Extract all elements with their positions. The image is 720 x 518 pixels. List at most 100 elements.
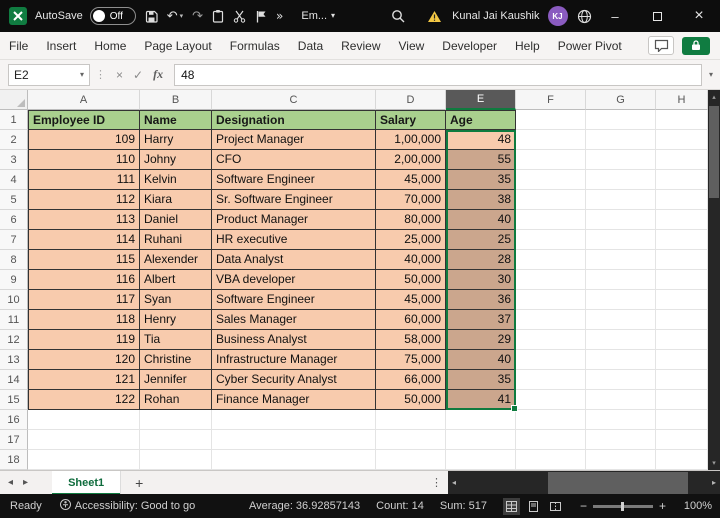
column-header-B[interactable]: B [140,90,212,110]
cell-A15[interactable]: 122 [28,390,140,410]
cell-G4[interactable] [586,170,656,190]
cell-D4[interactable]: 45,000 [376,170,446,190]
user-name[interactable]: Kunal Jai Kaushik [452,10,539,22]
cell-G7[interactable] [586,230,656,250]
cell-D13[interactable]: 75,000 [376,350,446,370]
row-header-8[interactable]: 8 [0,250,28,270]
cell-A9[interactable]: 116 [28,270,140,290]
cell-D9[interactable]: 50,000 [376,270,446,290]
cell-C12[interactable]: Business Analyst [212,330,376,350]
name-box[interactable]: E2 ▾ [8,64,90,86]
cell-F8[interactable] [516,250,586,270]
cell-D11[interactable]: 60,000 [376,310,446,330]
cell-E15[interactable]: 41 [446,390,516,410]
ribbon-tab-insert[interactable]: Insert [37,32,85,59]
cell-H17[interactable] [656,430,708,450]
cell-B12[interactable]: Tia [140,330,212,350]
horizontal-scroll-track[interactable] [460,471,708,495]
cell-F6[interactable] [516,210,586,230]
cell-H12[interactable] [656,330,708,350]
cell-A17[interactable] [28,430,140,450]
row-header-7[interactable]: 7 [0,230,28,250]
cell-D16[interactable] [376,410,446,430]
cell-D2[interactable]: 1,00,000 [376,130,446,150]
cell-H7[interactable] [656,230,708,250]
globe-icon[interactable] [577,9,592,24]
cell-F15[interactable] [516,390,586,410]
cell-G16[interactable] [586,410,656,430]
ribbon-tab-page-layout[interactable]: Page Layout [135,32,220,59]
cell-E16[interactable] [446,410,516,430]
cell-D17[interactable] [376,430,446,450]
cell-D5[interactable]: 70,000 [376,190,446,210]
cell-E8[interactable]: 28 [446,250,516,270]
horizontal-scroll-thumb[interactable] [548,472,688,494]
accessibility-status[interactable]: Accessibility: Good to go [60,499,195,513]
row-header-16[interactable]: 16 [0,410,28,430]
cell-D1[interactable]: Salary [376,110,446,130]
cell-C3[interactable]: CFO [212,150,376,170]
horizontal-scrollbar[interactable]: ◂ ▸ [448,471,720,495]
zoom-slider-thumb[interactable] [621,502,624,511]
cell-D18[interactable] [376,450,446,470]
cell-D12[interactable]: 58,000 [376,330,446,350]
cell-A11[interactable]: 118 [28,310,140,330]
ribbon-tab-help[interactable]: Help [506,32,549,59]
cell-E18[interactable] [446,450,516,470]
cell-E7[interactable]: 25 [446,230,516,250]
column-header-H[interactable]: H [656,90,708,110]
cell-A8[interactable]: 115 [28,250,140,270]
column-header-F[interactable]: F [516,90,586,110]
cell-A18[interactable] [28,450,140,470]
cell-C2[interactable]: Project Manager [212,130,376,150]
warning-icon[interactable] [427,10,442,23]
enter-button[interactable]: ✓ [133,68,143,82]
cell-F12[interactable] [516,330,586,350]
cell-A2[interactable]: 109 [28,130,140,150]
ribbon-tab-home[interactable]: Home [85,32,135,59]
row-header-3[interactable]: 3 [0,150,28,170]
cell-C11[interactable]: Sales Manager [212,310,376,330]
cell-C15[interactable]: Finance Manager [212,390,376,410]
cell-G12[interactable] [586,330,656,350]
cell-E4[interactable]: 35 [446,170,516,190]
cell-H2[interactable] [656,130,708,150]
formula-bar-splitter-icon[interactable]: ⋮ [95,68,106,81]
cell-A4[interactable]: 111 [28,170,140,190]
cell-A10[interactable]: 117 [28,290,140,310]
cell-A1[interactable]: Employee ID [28,110,140,130]
sheet-nav-left-icon[interactable]: ◂ [8,477,13,488]
cell-C13[interactable]: Infrastructure Manager [212,350,376,370]
sheet-tab-sheet1[interactable]: Sheet1 [52,471,121,495]
cell-H15[interactable] [656,390,708,410]
cell-D6[interactable]: 80,000 [376,210,446,230]
page-break-view-button[interactable] [547,498,564,515]
comments-button[interactable] [648,36,674,55]
cell-D14[interactable]: 66,000 [376,370,446,390]
toolbar-overflow-icon[interactable]: » [276,10,283,22]
status-sum[interactable]: Sum: 517 [440,500,487,512]
cell-G14[interactable] [586,370,656,390]
cell-H11[interactable] [656,310,708,330]
cell-H13[interactable] [656,350,708,370]
cell-G18[interactable] [586,450,656,470]
ribbon-tab-data[interactable]: Data [289,32,332,59]
ribbon-tab-power-pivot[interactable]: Power Pivot [549,32,631,59]
minimize-button[interactable]: – [594,0,636,32]
cell-B6[interactable]: Daniel [140,210,212,230]
cell-G6[interactable] [586,210,656,230]
cell-H1[interactable] [656,110,708,130]
zoom-in-button[interactable]: + [659,499,666,513]
row-header-6[interactable]: 6 [0,210,28,230]
maximize-button[interactable] [636,0,678,32]
page-layout-view-button[interactable] [525,498,542,515]
search-icon[interactable] [391,9,405,23]
cell-B16[interactable] [140,410,212,430]
share-button[interactable] [682,37,710,55]
formula-input[interactable]: 48 [174,64,702,86]
cell-A13[interactable]: 120 [28,350,140,370]
cell-G8[interactable] [586,250,656,270]
column-header-A[interactable]: A [28,90,140,110]
cell-F17[interactable] [516,430,586,450]
undo-icon[interactable]: ↶ [167,10,178,23]
